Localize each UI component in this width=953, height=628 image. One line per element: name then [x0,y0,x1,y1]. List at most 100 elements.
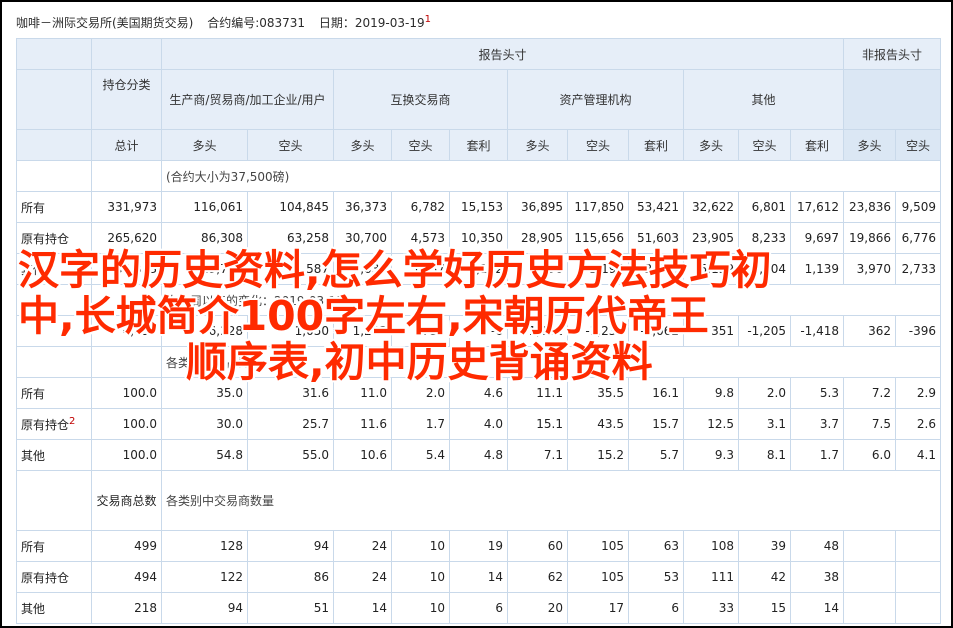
cell-value: 15.1 [507,408,568,440]
cell-value: 4,573 [391,222,450,254]
row-label-text: 其他 [21,262,46,277]
cell-value: 5.7 [628,439,684,471]
cell-value: 63 [628,530,684,562]
cell-value: 12.5 [683,408,739,440]
cell-value [895,561,941,593]
cell-value: 2.0 [391,377,450,409]
cell-value: 1,203 [333,315,392,347]
cell-value: 20 [507,592,568,624]
contract-size-note: (合约大小为37,500磅) [161,160,941,192]
cell-value: 19,866 [843,222,896,254]
cell-value: 116,061 [161,191,248,223]
long-subheader: 多头 [507,129,568,161]
cell-value: 17,612 [790,191,844,223]
row-label-text: 所有 [21,539,46,554]
cell-value: 94 [247,530,334,562]
nonreport-positions-header: 非报告头寸 [843,38,941,70]
cell-value: 362 [843,315,896,347]
note-row: 自上周以来的变化：2019-03-12 [16,284,941,316]
row-label: 原有持仓 [16,561,92,593]
total-subheader: 总计 [91,129,162,161]
cell-value [895,530,941,562]
table-row: 其他 100.0 54.8 55.0 10.6 5.4 4.8 7.1 15.2 5.7 9.3 8.… [16,439,941,471]
cell-value: 7.5 [843,408,896,440]
table-row: 原有持仓 265,620 86,308 63,258 30,700 4,573 10,350… [16,222,941,254]
cell-value: 1,139 [790,253,844,285]
cell-value: 100.0 [91,408,162,440]
cell-value: 10.6 [333,439,392,471]
note-row: 交易商总数 各类别中交易商数量 [16,470,941,531]
cell-value: 105 [567,561,629,593]
contract-code: 合约编号:083731 [207,16,306,30]
row-label: 其他 [16,439,92,471]
short-subheader: 空头 [391,129,450,161]
cell-value: 11.6 [333,408,392,440]
cell-value: 15.2 [567,439,629,471]
table-row: 原有持仓 494 122 86 24 10 14 62 105 53 111 42 38 [16,561,941,593]
holding-class-header: 持仓分类 [91,69,162,130]
table-row: 所有 331,973 116,061 104,845 36,373 6,782 15,153… [16,191,941,223]
blank-note-cell [91,346,162,378]
cell-value: 30,700 [333,222,392,254]
cell-value: 3,404 [738,253,791,285]
long-subheader: 多头 [333,129,392,161]
nonreport-blank [843,69,941,130]
cell-value: 6,801 [738,191,791,223]
cell-value: 15.7 [628,408,684,440]
cell-value: 39 [738,530,791,562]
cell-value: 5.3 [790,377,844,409]
cell-value: 28,905 [507,222,568,254]
cell-value: 35.5 [567,377,629,409]
footnote-marker: 1 [424,14,432,25]
cell-value: 19 [449,530,508,562]
cell-value: 732 [391,315,450,347]
cell-value: 36,895 [507,191,568,223]
cell-value: 1.7 [790,439,844,471]
cell-value: 43.5 [567,408,629,440]
row-label-text: 所有 [21,200,46,215]
row-label: 原有持仓2 [16,408,92,440]
cell-value: 6,782 [391,191,450,223]
row-label: 所有 [16,191,92,223]
cell-value: 2,733 [895,253,941,285]
change-note: 自上周以来的变化：2019-03-12 [161,284,941,316]
cell-value: 11.1 [507,377,568,409]
cell-value: 265,620 [91,222,162,254]
cell-value: 3.7 [790,408,844,440]
row-label-text: 原有持仓 [21,231,70,246]
traders-total-label: 交易商总数 [91,470,162,531]
cell-value: 10 [391,530,450,562]
cell-value: 218 [91,592,162,624]
cell-value: 3.1 [738,408,791,440]
cell-value: 23,905 [683,222,739,254]
cell-value: 51,603 [628,222,684,254]
table-row: 其他 218 94 51 14 10 6 20 17 6 33 15 14 [16,592,941,624]
cell-value: 494 [91,561,162,593]
cell-value: 9,697 [790,222,844,254]
cell-value: 48 [790,530,844,562]
cell-value: 36,373 [333,191,392,223]
cell-value: 2.0 [738,377,791,409]
page-header: 咖啡－洲际交易所(美国期货交易) 合约编号:083731 日期：2019-03-… [16,10,916,30]
cell-value: 331,973 [91,191,162,223]
blank-note-cell [16,284,92,316]
table-row: 所有 499 128 94 24 10 19 60 105 63 108 39 48 [16,530,941,562]
cell-value: 51 [247,592,334,624]
cell-value: 55.0 [247,439,334,471]
spread-subheader: 套利 [449,129,508,161]
table-row: 原有持仓2 100.0 30.0 25.7 11.6 1.7 4.0 15.1 43.5 15.7… [16,408,941,440]
cell-value: 54.8 [161,439,248,471]
cell-value: 25.7 [247,408,334,440]
cell-value: 7.1 [507,439,568,471]
cell-value [843,592,896,624]
short-subheader: 空头 [738,129,791,161]
cell-value [843,561,896,593]
cell-value: 1,050 [247,315,334,347]
swap-header: 互换交易商 [333,69,508,130]
spread-subheader: 套利 [628,129,684,161]
cell-value: 499 [91,530,162,562]
cell-value: 94 [161,592,248,624]
cell-value: 16.1 [628,377,684,409]
cell-value: 3,172 [449,253,508,285]
cell-value: 5,537 [391,253,450,285]
